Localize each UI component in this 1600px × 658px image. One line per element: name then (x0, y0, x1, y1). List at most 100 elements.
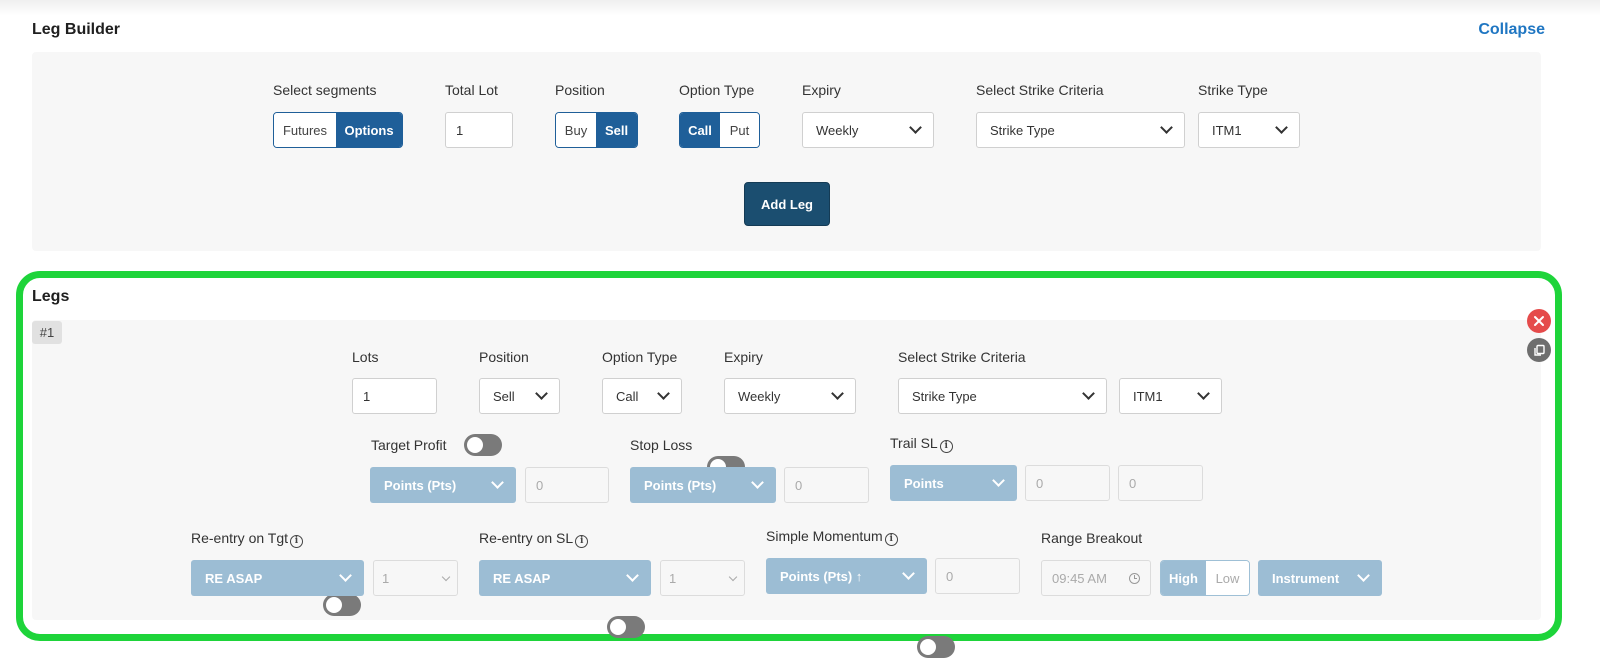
info-icon[interactable]: i (575, 534, 589, 548)
chevron-down-icon (1197, 387, 1210, 400)
target-profit-toggle[interactable] (464, 434, 502, 456)
target-profit-label: Target Profit (371, 437, 447, 453)
stop-loss-mode-select[interactable]: Points (Pts) (630, 467, 776, 503)
reentry-tgt-mode: RE ASAP (205, 570, 263, 586)
position-label: Position (555, 82, 605, 98)
target-profit-mode-select[interactable]: Points (Pts) (370, 467, 516, 503)
range-breakout-time-input[interactable]: 09:45 AM (1041, 560, 1151, 596)
range-breakout-label: Range Breakout (1041, 530, 1143, 546)
chevron-down-icon (728, 572, 738, 581)
chevron-down-icon (441, 572, 451, 581)
segment-options-button[interactable]: Options (336, 113, 402, 147)
option-put-button[interactable]: Put (719, 113, 759, 147)
chevron-down-icon (1275, 121, 1288, 134)
copy-leg-button[interactable] (1527, 338, 1551, 362)
add-leg-button[interactable]: Add Leg (744, 182, 830, 226)
expiry-value: Weekly (816, 122, 859, 138)
leg-option-type-label: Option Type (602, 349, 678, 365)
position-buy-button[interactable]: Buy (556, 113, 597, 147)
leg-strike-criteria-select[interactable]: Strike Type (898, 378, 1107, 414)
reentry-sl-count-select[interactable]: 1 (660, 560, 745, 596)
leg-strike-value: ITM1 (1133, 388, 1163, 404)
simple-momentum-mode: Points (Pts) ↑ (780, 568, 863, 584)
chevron-down-icon (909, 121, 922, 134)
copy-icon (1533, 344, 1545, 356)
simple-momentum-mode-select[interactable]: Points (Pts) ↑ (766, 558, 927, 594)
strike-criteria-label: Select Strike Criteria (976, 82, 1104, 98)
expiry-select[interactable]: Weekly (802, 112, 934, 148)
reentry-sl-mode-select[interactable]: RE ASAP (479, 560, 651, 596)
chevron-down-icon (535, 387, 548, 400)
range-breakout-instrument: Instrument (1272, 570, 1340, 586)
reentry-tgt-count: 1 (382, 570, 390, 586)
position-sell-button[interactable]: Sell (596, 113, 637, 147)
delete-leg-button[interactable] (1527, 309, 1551, 333)
reentry-sl-label: Re-entry on SL (479, 530, 574, 546)
reentry-tgt-mode-select[interactable]: RE ASAP (191, 560, 364, 596)
strike-criteria-select[interactable]: Strike Type (976, 112, 1185, 148)
trail-sl-mode: Points (904, 475, 944, 491)
reentry-sl-toggle[interactable] (607, 616, 645, 638)
info-icon[interactable]: i (884, 532, 898, 546)
segments-toggle: Futures Options (273, 112, 403, 148)
reentry-tgt-toggle[interactable] (323, 594, 361, 616)
chevron-down-icon (751, 476, 764, 489)
leg-position-select[interactable]: Sell (479, 378, 560, 414)
chevron-down-icon (1357, 569, 1370, 582)
reentry-sl-mode: RE ASAP (493, 570, 551, 586)
range-breakout-time: 09:45 AM (1052, 570, 1107, 586)
target-profit-value-input[interactable]: 0 (525, 467, 609, 503)
simple-momentum-label: Simple Momentum (766, 528, 883, 544)
range-low-button[interactable]: Low (1205, 561, 1249, 595)
reentry-tgt-label-group: Re-entry on Tgt i (191, 530, 304, 548)
collapse-link[interactable]: Collapse (1478, 21, 1545, 39)
lots-input[interactable]: 1 (352, 378, 437, 414)
total-lot-label: Total Lot (445, 82, 498, 98)
strike-type-label: Strike Type (1198, 82, 1268, 98)
chevron-down-icon (992, 474, 1005, 487)
top-shadow (0, 0, 1600, 16)
info-icon[interactable]: i (939, 439, 953, 453)
simple-momentum-toggle[interactable] (917, 636, 955, 658)
option-type-toggle: Call Put (679, 112, 760, 148)
reentry-sl-count: 1 (669, 570, 677, 586)
trail-sl-value2-input[interactable]: 0 (1118, 465, 1203, 501)
total-lot-input[interactable]: 1 (445, 112, 513, 148)
simple-momentum-value-input[interactable]: 0 (935, 558, 1020, 594)
chevron-down-icon (831, 387, 844, 400)
leg-option-type-select[interactable]: Call (602, 378, 682, 414)
strike-type-value: ITM1 (1212, 122, 1242, 138)
reentry-sl-label-group: Re-entry on SL i (479, 530, 589, 548)
chevron-down-icon (657, 387, 670, 400)
leg-strike-criteria-value: Strike Type (912, 388, 977, 404)
leg-position-value: Sell (493, 388, 515, 404)
stop-loss-value-input[interactable]: 0 (784, 467, 869, 503)
simple-momentum-label-group: Simple Momentum i (766, 528, 898, 546)
leg-option-type-value: Call (616, 388, 639, 404)
leg-expiry-value: Weekly (738, 388, 781, 404)
close-icon (1534, 316, 1544, 326)
range-breakout-instrument-select[interactable]: Instrument (1258, 560, 1382, 596)
reentry-tgt-count-select[interactable]: 1 (373, 560, 458, 596)
range-high-button[interactable]: High (1161, 561, 1206, 595)
segment-futures-button[interactable]: Futures (274, 113, 337, 147)
trail-sl-label-group: Trail SL i (890, 435, 953, 453)
strike-type-select[interactable]: ITM1 (1198, 112, 1300, 148)
trail-sl-value1-input[interactable]: 0 (1025, 465, 1110, 501)
trail-sl-mode-select[interactable]: Points (890, 465, 1017, 501)
option-call-button[interactable]: Call (680, 113, 720, 147)
chevron-down-icon (1160, 121, 1173, 134)
strike-criteria-value: Strike Type (990, 122, 1055, 138)
stop-loss-mode: Points (Pts) (644, 477, 717, 493)
chevron-down-icon (902, 567, 915, 580)
trail-sl-label: Trail SL (890, 435, 938, 451)
chevron-down-icon (339, 569, 352, 582)
leg-builder-title: Leg Builder (32, 21, 121, 38)
chevron-down-icon (1082, 387, 1095, 400)
leg-strike-value-select[interactable]: ITM1 (1119, 378, 1222, 414)
chevron-down-icon (491, 476, 504, 489)
leg-expiry-select[interactable]: Weekly (724, 378, 856, 414)
chevron-down-icon (626, 569, 639, 582)
leg-expiry-label: Expiry (724, 349, 763, 365)
info-icon[interactable]: i (290, 534, 304, 548)
